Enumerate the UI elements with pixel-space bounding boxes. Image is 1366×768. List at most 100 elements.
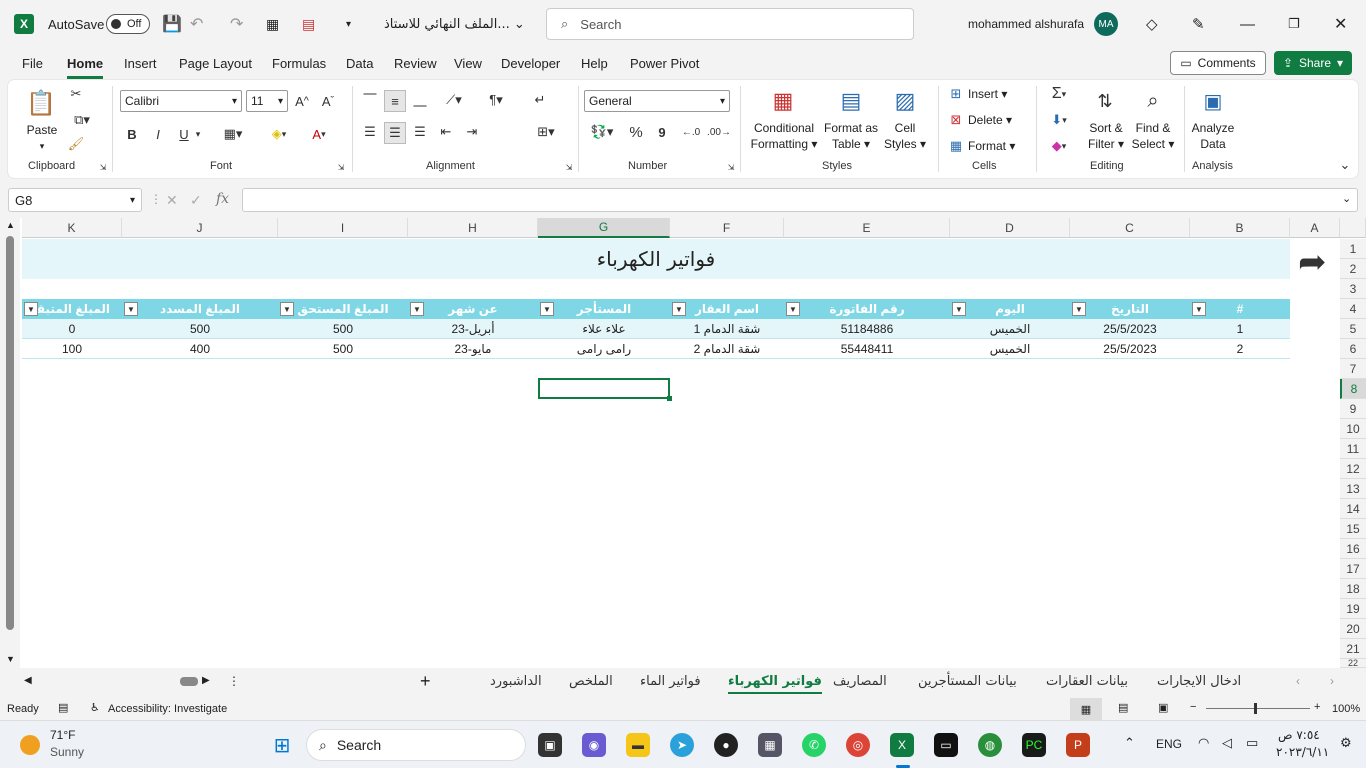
add-sheet-button[interactable]: +: [420, 671, 431, 692]
terminal-icon[interactable]: ▭: [934, 733, 958, 757]
find-select-icon[interactable]: ⌕: [1138, 86, 1168, 116]
zoom-in-icon[interactable]: +: [1314, 701, 1320, 713]
cell[interactable]: الخميس: [950, 319, 1070, 339]
row-header[interactable]: 10: [1340, 419, 1366, 439]
clock-date[interactable]: ٢٠٢٣/٦/١١: [1276, 745, 1329, 759]
volume-icon[interactable]: ◁: [1222, 735, 1232, 751]
cell[interactable]: مايو-23: [408, 339, 538, 359]
cell[interactable]: 500: [278, 339, 408, 359]
tab-tenants[interactable]: بيانات المستأجرين: [918, 674, 1017, 689]
excel-taskbar-icon[interactable]: X: [890, 733, 914, 757]
paste-button[interactable]: Paste: [22, 122, 62, 138]
tray-chevron-icon[interactable]: ⌃: [1124, 735, 1135, 751]
row-header[interactable]: 20: [1340, 619, 1366, 639]
analyze-data-icon[interactable]: ▣: [1198, 86, 1228, 116]
tabs-next-icon[interactable]: ›: [1330, 674, 1334, 688]
weather-temp[interactable]: 71°F: [50, 728, 75, 742]
row-header[interactable]: 12: [1340, 459, 1366, 479]
row-header[interactable]: 9: [1340, 399, 1366, 419]
col-header-j[interactable]: J: [122, 218, 278, 238]
number-launcher-icon[interactable]: ⇲: [726, 162, 736, 172]
customize-qat-icon[interactable]: ▾: [346, 0, 351, 48]
format-cells-button[interactable]: Format ▾: [968, 138, 1028, 154]
font-launcher-icon[interactable]: ⇲: [336, 162, 346, 172]
comma-style-button[interactable]: 9: [654, 122, 670, 142]
cell[interactable]: 55448411: [784, 339, 950, 359]
row-header[interactable]: 6: [1340, 339, 1366, 359]
col-header-b[interactable]: B: [1190, 218, 1290, 238]
filter-dropdown-icon[interactable]: ▼: [124, 302, 138, 316]
row-header[interactable]: 18: [1340, 579, 1366, 599]
row-header[interactable]: 17: [1340, 559, 1366, 579]
vertical-scroll-thumb[interactable]: [6, 236, 14, 630]
conditional-formatting-button[interactable]: Conditional Formatting ▾: [746, 120, 822, 152]
tab-scroll-left-icon[interactable]: ◀: [24, 675, 32, 686]
redo-icon[interactable]: ↷: [230, 0, 243, 48]
pen-icon[interactable]: ✎: [1192, 0, 1205, 48]
cell[interactable]: 500: [122, 319, 278, 339]
cell[interactable]: 1: [1190, 319, 1290, 339]
row-header-selected[interactable]: 8: [1340, 379, 1366, 399]
avatar[interactable]: MA: [1094, 12, 1118, 36]
col-header-a[interactable]: A: [1290, 218, 1340, 238]
name-box[interactable]: G8 ▾: [8, 188, 142, 212]
row-header[interactable]: 2: [1340, 259, 1366, 279]
cell-styles-button[interactable]: Cell Styles ▾: [880, 120, 930, 152]
cell[interactable]: 51184886: [784, 319, 950, 339]
filter-dropdown-icon[interactable]: ▼: [540, 302, 554, 316]
cell[interactable]: 500: [278, 319, 408, 339]
font-size-select[interactable]: 11: [246, 90, 288, 112]
vertical-scrollbar[interactable]: ▲ ▼: [0, 218, 20, 668]
menu-page-layout[interactable]: Page Layout: [179, 56, 252, 71]
row-header[interactable]: 13: [1340, 479, 1366, 499]
menu-home[interactable]: Home: [67, 56, 104, 79]
col-header-f[interactable]: F: [670, 218, 784, 238]
tab-scroll-right-icon[interactable]: ▶: [202, 675, 210, 686]
diamond-icon[interactable]: ◇: [1146, 0, 1158, 48]
col-header-g[interactable]: G: [538, 218, 670, 238]
analyze-data-button[interactable]: Analyze Data: [1188, 120, 1238, 152]
delete-cells-icon[interactable]: ⊠: [948, 112, 964, 128]
filter-dropdown-icon[interactable]: ▼: [1192, 302, 1206, 316]
cell[interactable]: 25/5/2023: [1070, 319, 1190, 339]
back-arrow-icon[interactable]: ➦: [1298, 242, 1327, 282]
pycharm-icon[interactable]: PC: [1022, 733, 1046, 757]
tab-expenses[interactable]: المصاريف: [833, 674, 887, 689]
notification-icon[interactable]: ⚙: [1340, 735, 1352, 751]
scroll-down-icon[interactable]: ▼: [6, 654, 15, 664]
cell[interactable]: 25/5/2023: [1070, 339, 1190, 359]
cell[interactable]: 2: [1190, 339, 1290, 359]
decrease-indent-icon[interactable]: ⇤: [436, 122, 456, 142]
powerpoint-icon[interactable]: P: [1066, 733, 1090, 757]
file-explorer-icon[interactable]: ▬: [626, 733, 650, 757]
enter-icon[interactable]: ✓: [190, 192, 202, 209]
tab-summary[interactable]: الملخص: [569, 674, 613, 689]
cell[interactable]: الخميس: [950, 339, 1070, 359]
font-name-select[interactable]: Calibri: [120, 90, 242, 112]
filter-dropdown-icon[interactable]: ▼: [410, 302, 424, 316]
select-all-corner[interactable]: [1340, 218, 1366, 238]
alignment-launcher-icon[interactable]: ⇲: [564, 162, 574, 172]
align-bottom-icon[interactable]: ⎽: [410, 90, 430, 110]
italic-button[interactable]: I: [150, 124, 166, 144]
cell[interactable]: 400: [122, 339, 278, 359]
merge-center-icon[interactable]: ⊞▾: [530, 122, 562, 142]
filter-dropdown-icon[interactable]: ▼: [280, 302, 294, 316]
undo-icon[interactable]: ↶: [190, 0, 203, 48]
insert-function-button[interactable]: fx: [216, 191, 229, 207]
language-indicator[interactable]: ENG: [1156, 737, 1182, 751]
clipboard-launcher-icon[interactable]: ⇲: [98, 162, 108, 172]
tab-properties[interactable]: بيانات العقارات: [1046, 674, 1128, 689]
task-view-icon[interactable]: ▣: [538, 733, 562, 757]
sort-filter-icon[interactable]: ⇅: [1090, 86, 1120, 116]
filter-dropdown-icon[interactable]: ▼: [672, 302, 686, 316]
whatsapp-icon[interactable]: ✆: [802, 733, 826, 757]
autosum-icon[interactable]: Σ ▾: [1044, 85, 1074, 102]
close-icon[interactable]: ✕: [1334, 0, 1347, 48]
selected-cell[interactable]: [538, 378, 672, 401]
clear-icon[interactable]: ◆ ▾: [1044, 138, 1074, 154]
align-center-icon[interactable]: ☰: [384, 122, 406, 144]
zoom-out-icon[interactable]: −: [1190, 701, 1196, 713]
format-as-table-button[interactable]: Format as Table ▾: [822, 120, 880, 152]
scroll-up-icon[interactable]: ▲: [6, 220, 15, 230]
